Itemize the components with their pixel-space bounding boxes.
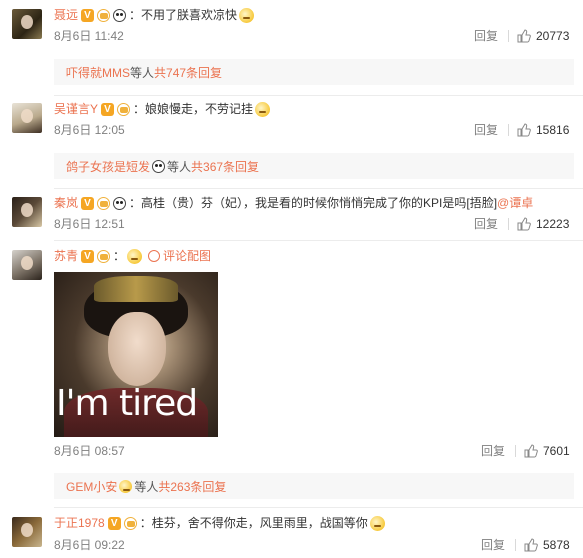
subreply-user[interactable]: GEM小安 [66,478,117,495]
thumbs-up-icon [517,29,531,43]
vip-v-icon: V [81,249,95,263]
panda-badge-icon [152,160,166,173]
like-button[interactable]: 7601 [524,443,570,459]
emoji-icon [119,480,133,493]
comment-picture-link[interactable]: 评论配图 [163,247,211,265]
divider [54,240,583,241]
subreply-user[interactable]: 吓得就MMS [66,64,130,81]
panda-badge-icon [113,8,127,22]
emoji-icon [369,515,385,531]
comment-text: ：桂芬，舍不得你走，风里雨里，战国等你 [139,516,368,530]
subreply-user[interactable]: 鸽子女孩是短发 [66,158,150,175]
image-caption: I'm tired [56,383,198,424]
avatar[interactable] [12,517,42,547]
subreply-bar[interactable]: GEM小安 等人 共263条回复 [54,473,574,499]
crown-badge-icon [123,516,137,530]
avatar[interactable] [12,103,42,133]
avatar[interactable] [12,9,42,39]
comment-date: 8月6日 12:05 [54,123,125,137]
comment-image[interactable]: I'm tired [54,272,218,437]
subreply-bar[interactable]: 鸽子女孩是短发 等人 共367条回复 [54,153,574,179]
like-count: 20773 [536,29,570,43]
crown-badge-icon [97,8,111,22]
reply-button[interactable]: 回复 [474,122,498,138]
username[interactable]: 苏青 [54,247,78,265]
picture-icon [148,250,161,262]
emoji-icon [127,248,143,264]
vip-v-icon: V [81,196,95,210]
username[interactable]: 聂远 [54,6,78,24]
comment-date: 8月6日 12:51 [54,217,125,231]
subreply-mid: 等人 [167,160,192,174]
comment-text: ：高桂（贵）芬（妃），我是看的时候你悄悄完成了你的KPI是吗[捂脸] [129,196,498,210]
comment-text: ： [113,249,126,263]
like-count: 5878 [543,538,570,552]
like-count: 7601 [543,444,570,458]
like-button[interactable]: 15816 [517,122,569,138]
thumbs-up-icon [524,444,538,458]
subreply-total[interactable]: 共747条回复 [154,64,222,81]
username[interactable]: 秦岚 [54,194,78,212]
reply-button[interactable]: 回复 [481,443,505,459]
avatar[interactable] [12,197,42,227]
reply-button[interactable]: 回复 [481,537,505,553]
crown-badge-icon [97,249,111,263]
username[interactable]: 吴谨言Y [54,100,98,118]
comment-date: 8月6日 11:42 [54,29,124,43]
comment-date: 8月6日 08:57 [54,444,125,458]
reply-button[interactable]: 回复 [474,28,498,44]
like-button[interactable]: 5878 [524,537,570,553]
comment-text: ：娘娘慢走，不劳记挂 [133,102,254,116]
subreply-mid: 等人 [130,66,155,80]
divider [54,95,583,96]
reply-button[interactable]: 回复 [474,216,498,232]
subreply-total[interactable]: 共367条回复 [191,158,259,175]
subreply-total[interactable]: 共263条回复 [158,478,226,495]
avatar[interactable] [12,250,42,280]
vip-v-icon: V [81,8,95,22]
mention-link[interactable]: @谭卓 [497,194,533,212]
divider [54,188,583,189]
comment-text: ：不用了朕喜欢凉快 [129,8,238,22]
subreply-bar[interactable]: 吓得就MMS 等人 共747条回复 [54,59,574,85]
panda-badge-icon [113,196,127,210]
emoji-icon [255,101,271,117]
thumbs-up-icon [517,217,531,231]
subreply-mid: 等人 [134,480,159,494]
comment-date: 8月6日 09:22 [54,538,125,552]
crown-badge-icon [117,102,131,116]
username[interactable]: 于正1978 [54,514,105,532]
like-button[interactable]: 20773 [517,28,569,44]
divider [54,507,583,508]
crown-badge-icon [97,196,111,210]
vip-v-icon: V [107,516,121,530]
like-button[interactable]: 12223 [517,216,569,232]
like-count: 15816 [536,123,570,137]
vip-v-icon: V [101,102,115,116]
thumbs-up-icon [517,123,531,137]
like-count: 12223 [536,217,570,231]
emoji-icon [239,7,255,23]
thumbs-up-icon [524,538,538,552]
